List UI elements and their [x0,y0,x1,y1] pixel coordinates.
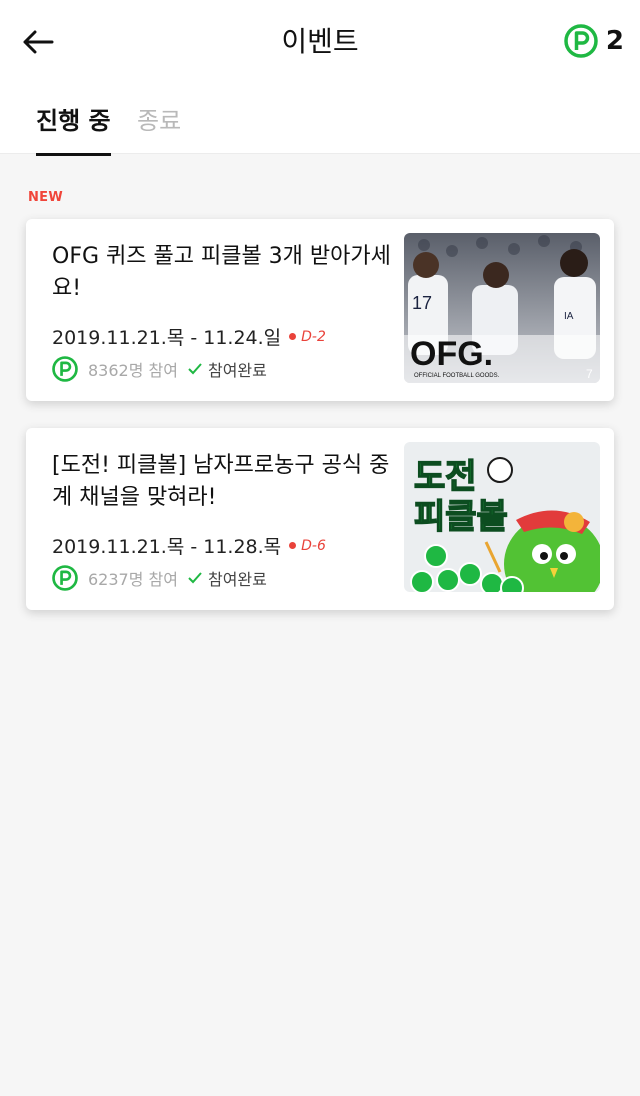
event-meta: 8362명 참여 참여완료 [52,356,267,382]
event-card[interactable]: [도전! 피클볼] 남자프로농구 공식 중계 채널을 맞혀라! 2019.11.… [26,428,614,610]
svg-text:IA: IA [564,311,574,322]
pickleball-text: 피클볼 [414,497,508,537]
svg-text:7: 7 [586,367,593,381]
football-players-image: 17 IA OFG. OFFICIAL FOOTBALL GOODS. 7 [404,233,600,383]
point-coin-icon [52,565,78,591]
dday-text: D-6 [301,537,326,554]
participation-status: 참여완료 [188,566,267,590]
event-dates-row: 2019.11.21.목 - 11.24.일 D-2 [52,323,326,350]
points-count: 2 [605,26,624,56]
check-icon [188,572,202,584]
participant-count: 6237명 참여 [88,570,178,589]
ofg-logo-text: OFG. [410,335,493,373]
event-dates-row: 2019.11.21.목 - 11.28.목 D-6 [52,532,326,559]
dday-dot-icon [289,333,297,340]
ofg-logo-subtext: OFFICIAL FOOTBALL GOODS. [414,373,500,379]
app-header: 이벤트 2 [0,0,640,84]
dday-dot-icon [289,542,297,549]
tab-bar: 진행 중 종료 [0,84,640,156]
participation-status-label: 참여완료 [207,570,267,589]
point-coin-icon [564,24,598,58]
event-dates: 2019.11.21.목 - 11.24.일 [52,327,282,349]
participation-status: 참여완료 [188,357,267,381]
pickleball-challenge-image: 도전 피클볼 [404,442,600,592]
event-title: OFG 퀴즈 풀고 피클볼 3개 받아가세요! [52,244,391,301]
dday-badge: D-6 [289,538,326,554]
svg-text:17: 17 [412,293,432,313]
event-title: [도전! 피클볼] 남자프로농구 공식 중계 채널을 맞혀라! [52,453,390,510]
point-coin-icon [52,356,78,382]
dday-badge: D-2 [289,329,326,345]
tab-ended[interactable]: 종료 [137,104,181,138]
page-title: 이벤트 [281,25,359,58]
event-meta: 6237명 참여 참여완료 [52,565,267,591]
tab-ongoing[interactable]: 진행 중 [36,104,111,156]
event-thumbnail: 17 IA OFG. OFFICIAL FOOTBALL GOODS. 7 [404,233,600,383]
check-icon [188,363,202,375]
participant-count: 8362명 참여 [88,361,178,380]
dday-text: D-2 [301,328,326,345]
new-section-label: NEW [28,190,63,205]
event-dates: 2019.11.21.목 - 11.28.목 [52,536,282,558]
event-card[interactable]: OFG 퀴즈 풀고 피클볼 3개 받아가세요! 2019.11.21.목 - 1… [26,219,614,401]
participation-status-label: 참여완료 [207,361,267,380]
points-display[interactable]: 2 [564,24,624,58]
challenge-text: 도전 [414,457,477,497]
event-thumbnail: 도전 피클볼 [404,442,600,592]
